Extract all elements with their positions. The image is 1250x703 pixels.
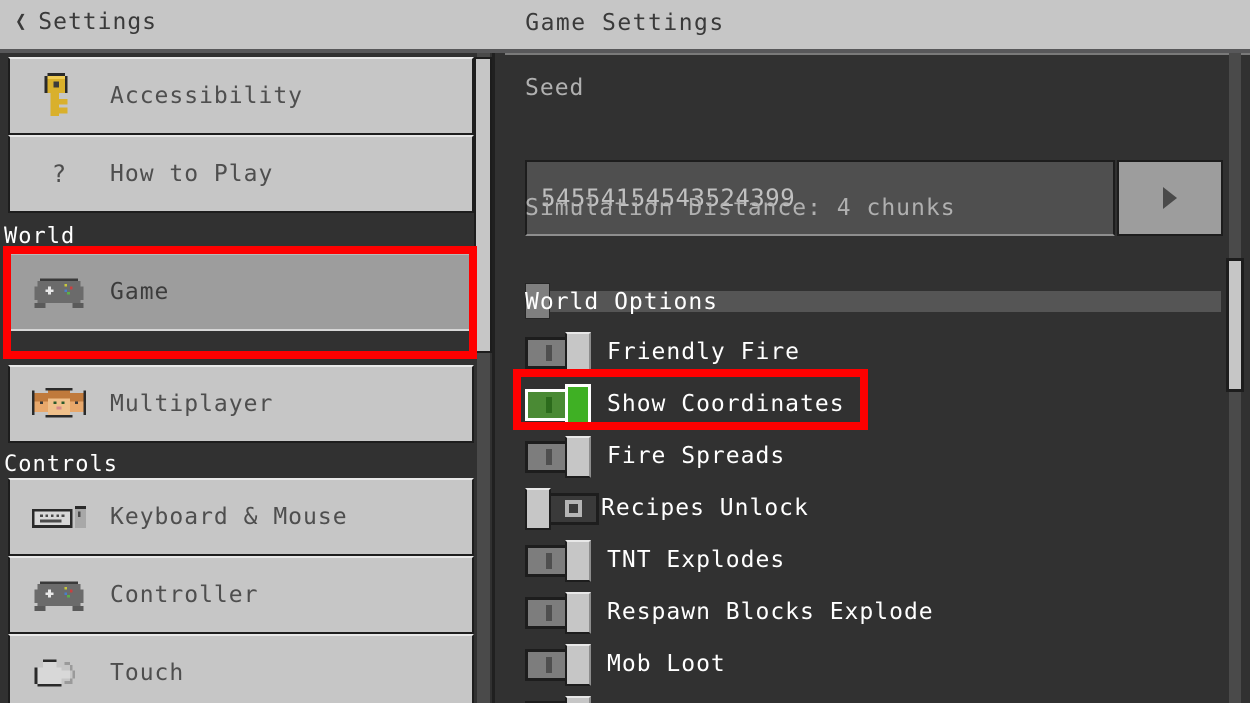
- seed-apply-button[interactable]: [1117, 160, 1223, 236]
- toggle-row-show-coordinates[interactable]: Show Coordinates: [525, 382, 845, 426]
- gamepad-icon: [32, 572, 86, 618]
- key-icon: [32, 73, 86, 119]
- players-icon: [32, 381, 86, 427]
- keyboard-mouse-icon: [32, 494, 86, 540]
- toggle-label: Respawn Blocks Explode: [607, 599, 934, 625]
- simulation-distance-label: Simulation Distance: 4 chunks: [525, 195, 956, 221]
- sidebar-section-header-controls: Controls: [4, 451, 118, 477]
- toggle-label: TNT Explodes: [607, 547, 786, 573]
- sidebar-section-header-world: World: [4, 223, 76, 249]
- sidebar-item-keyboard-mouse[interactable]: Keyboard & Mouse: [8, 478, 474, 556]
- toggle-row-mob-loot[interactable]: Mob Loot: [525, 642, 726, 686]
- touch-hand-icon: [32, 650, 86, 696]
- toggle-label: Fire Spreads: [607, 443, 786, 469]
- game-settings-panel: Seed 54554154543524399 Simulation Distan…: [505, 53, 1250, 703]
- toggle-row-tnt-explodes[interactable]: TNT Explodes: [525, 538, 785, 582]
- sidebar-scrollbar-thumb[interactable]: [474, 57, 492, 353]
- sidebar-item-controller[interactable]: Controller: [8, 556, 474, 634]
- sidebar-item-label: Keyboard & Mouse: [110, 504, 348, 530]
- settings-sidebar[interactable]: Accessibility ? How to Play World Game M…: [0, 53, 495, 703]
- gamepad-icon: [32, 269, 86, 315]
- top-bar: ❮ Settings Game Settings: [0, 0, 1250, 53]
- toggle-row-friendly-fire[interactable]: Friendly Fire: [525, 330, 800, 374]
- toggle-row-recipes-unlock[interactable]: Recipes Unlock: [525, 486, 809, 530]
- sidebar-item-label: Accessibility: [110, 83, 304, 109]
- sidebar-item-accessibility[interactable]: Accessibility: [8, 57, 474, 135]
- toggle-label: Friendly Fire: [607, 339, 801, 365]
- game-settings-screen: ❮ Settings Game Settings Accessibility ?…: [0, 0, 1250, 703]
- toggle-mob-loot[interactable]: [525, 644, 591, 686]
- world-options-header: World Options: [525, 289, 719, 315]
- main-scrollbar-thumb[interactable]: [1226, 258, 1244, 392]
- sidebar-item-touch[interactable]: Touch: [8, 634, 474, 703]
- seed-label: Seed: [525, 75, 585, 101]
- toggle-show-coordinates[interactable]: [525, 384, 591, 426]
- toggle-row-natural-regeneration[interactable]: Natural Regeneration: [525, 694, 904, 703]
- sidebar-item-label: Game: [110, 279, 170, 305]
- toggle-respawn-blocks-explode[interactable]: [525, 592, 591, 634]
- toggle-tnt-explodes[interactable]: [525, 540, 591, 582]
- sidebar-item-label: Multiplayer: [110, 391, 274, 417]
- toggle-recipes-unlock[interactable]: [525, 488, 599, 530]
- page-title: Game Settings: [525, 10, 725, 36]
- toggle-label: Show Coordinates: [607, 391, 845, 417]
- toggle-label: Mob Loot: [607, 651, 726, 677]
- sidebar-item-label: Touch: [110, 660, 185, 686]
- toggle-row-respawn-blocks-explode[interactable]: Respawn Blocks Explode: [525, 590, 934, 634]
- toggle-label: Recipes Unlock: [601, 495, 809, 521]
- sidebar-item-how-to-play[interactable]: ? How to Play: [8, 135, 474, 213]
- sidebar-item-label: Controller: [110, 582, 259, 608]
- toggle-friendly-fire[interactable]: [525, 332, 591, 374]
- toggle-row-fire-spreads[interactable]: Fire Spreads: [525, 434, 785, 478]
- sidebar-item-game[interactable]: Game: [8, 253, 474, 331]
- play-triangle-icon: [1163, 187, 1177, 209]
- toggle-fire-spreads[interactable]: [525, 436, 591, 478]
- sidebar-item-multiplayer[interactable]: Multiplayer: [8, 365, 474, 443]
- sidebar-item-label: How to Play: [110, 161, 274, 187]
- question-mark-icon: ?: [51, 160, 67, 188]
- toggle-natural-regeneration[interactable]: [525, 696, 591, 703]
